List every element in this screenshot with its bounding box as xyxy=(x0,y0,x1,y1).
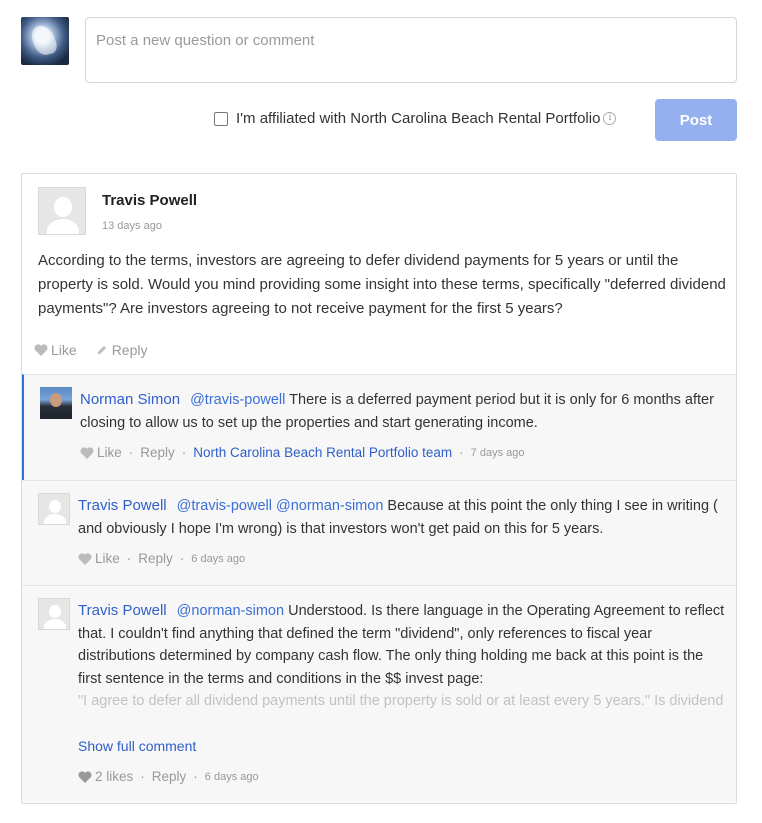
main-comment: Travis Powell 13 days ago According to t… xyxy=(22,174,736,374)
avatar xyxy=(38,493,70,525)
reply-actions: 2 likes · Reply · 6 days ago xyxy=(78,769,259,784)
reply-text: Travis Powell @norman-simon Understood. … xyxy=(78,600,728,709)
like-button[interactable]: Like xyxy=(95,551,120,566)
mention-link[interactable]: @travis-powell @norman-simon xyxy=(177,498,384,514)
reply-time: 7 days ago xyxy=(470,446,525,459)
avatar xyxy=(38,598,70,630)
reply-text: Travis Powell @travis-powell @norman-sim… xyxy=(78,495,728,540)
info-icon[interactable]: i xyxy=(603,112,617,125)
heart-icon xyxy=(78,552,92,565)
comment-author[interactable]: Travis Powell xyxy=(102,192,197,209)
reply-item: Travis Powell @travis-powell @norman-sim… xyxy=(22,480,736,585)
likes-count[interactable]: 2 likes xyxy=(95,769,133,784)
reply-button[interactable]: Reply xyxy=(152,769,187,784)
like-button[interactable]: Like xyxy=(97,445,122,460)
affiliation-option[interactable]: I'm affiliated with North Carolina Beach… xyxy=(214,110,617,127)
mention-link[interactable]: @norman-simon xyxy=(177,603,284,619)
reply-actions: Like · Reply · North Carolina Beach Rent… xyxy=(80,445,525,460)
comment-input[interactable]: Post a new question or comment xyxy=(85,17,737,83)
like-label: Like xyxy=(51,342,77,358)
avatar xyxy=(40,387,72,419)
affiliation-label: I'm affiliated with North Carolina Beach… xyxy=(236,110,601,127)
reply-text: Norman Simon @travis-powell There is a d… xyxy=(80,389,730,434)
avatar xyxy=(38,187,86,235)
reply-item: Norman Simon @travis-powell There is a d… xyxy=(22,374,736,480)
like-button[interactable]: Like xyxy=(34,342,77,358)
comment-text: According to the terms, investors are ag… xyxy=(38,252,726,317)
mention-link[interactable]: @travis-powell xyxy=(190,392,285,408)
reply-button[interactable]: Reply xyxy=(138,551,173,566)
reply-label: Reply xyxy=(111,342,148,358)
reply-author[interactable]: Travis Powell xyxy=(78,602,167,619)
affiliation-checkbox[interactable] xyxy=(214,111,228,126)
reply-author[interactable]: Travis Powell xyxy=(78,497,167,514)
reply-body: Because at this point the only thing I s… xyxy=(78,498,718,537)
reply-time: 6 days ago xyxy=(191,552,246,565)
pencil-icon xyxy=(97,346,106,355)
reply-time: 6 days ago xyxy=(204,770,259,783)
comment-thread: Travis Powell 13 days ago According to t… xyxy=(21,173,737,804)
quoted-text: "I agree to defer all dividend payments … xyxy=(78,693,724,709)
comment-actions: Like Reply xyxy=(34,342,165,358)
team-link[interactable]: North Carolina Beach Rental Portfolio te… xyxy=(193,445,452,460)
comment-time: 13 days ago xyxy=(102,220,162,232)
current-user-avatar xyxy=(21,17,69,65)
show-full-comment-link[interactable]: Show full comment xyxy=(78,738,196,754)
reply-body: Understood. Is there language in the Ope… xyxy=(78,603,725,687)
reply-author[interactable]: Norman Simon xyxy=(80,391,180,408)
reply-button[interactable]: Reply xyxy=(140,445,175,460)
heart-icon xyxy=(80,446,94,459)
post-button[interactable]: Post xyxy=(655,99,737,141)
heart-icon xyxy=(34,344,48,356)
reply-actions: Like · Reply · 6 days ago xyxy=(78,551,245,566)
reply-item: Travis Powell @norman-simon Understood. … xyxy=(22,585,736,803)
heart-icon xyxy=(78,770,92,783)
reply-button[interactable]: Reply xyxy=(95,342,148,358)
